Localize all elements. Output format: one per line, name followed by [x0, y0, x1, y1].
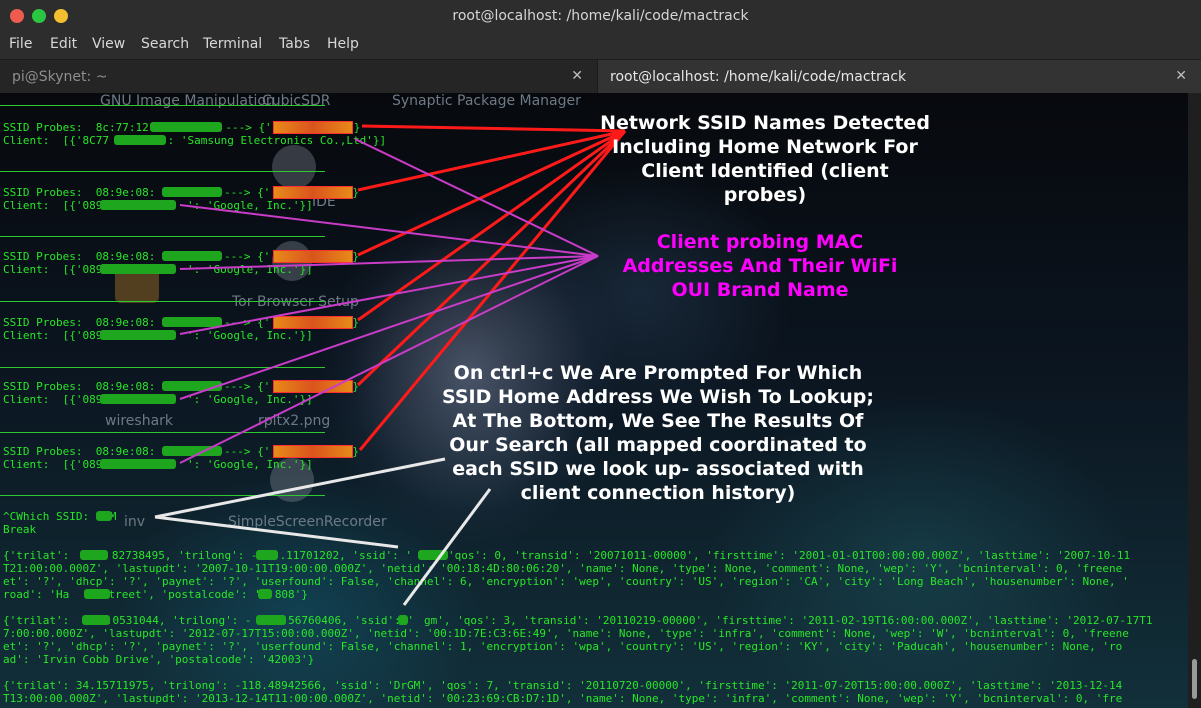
terminal-output[interactable]: GNU Image Manipulation CubicSDR Synaptic… — [0, 93, 1188, 708]
annotation-ssid-names: Network SSID Names Detected Including Ho… — [600, 112, 930, 206]
close-icon[interactable]: ✕ — [571, 68, 583, 84]
menu-bar: File Edit View Search Terminal Tabs Help — [0, 32, 1201, 59]
red-arrow-line — [357, 129, 626, 257]
terminal-scrollbar[interactable] — [1188, 93, 1201, 708]
close-icon[interactable]: ✕ — [1175, 68, 1187, 84]
menu-view[interactable]: View — [92, 36, 125, 52]
tab-label: root@localhost: /home/kali/code/mactrack — [610, 69, 907, 85]
white-arrow-line — [402, 488, 492, 606]
menu-tabs[interactable]: Tabs — [279, 36, 310, 52]
scrollbar-thumb[interactable] — [1192, 659, 1197, 699]
window-title: root@localhost: /home/kali/code/mactrack — [452, 8, 749, 24]
magenta-arrow-line — [179, 204, 599, 257]
annotation-ctrl-c: On ctrl+c We Are Prompted For Which SSID… — [442, 362, 874, 504]
menu-edit[interactable]: Edit — [50, 36, 77, 52]
red-arrow-line — [361, 124, 626, 133]
white-arrow-line — [154, 457, 446, 519]
window-titlebar: root@localhost: /home/kali/code/mactrack — [0, 0, 1201, 32]
tab-root-mactrack[interactable]: root@localhost: /home/kali/code/mactrack… — [597, 60, 1201, 94]
menu-help[interactable]: Help — [327, 36, 359, 52]
menu-search[interactable]: Search — [141, 36, 189, 52]
white-arrow-line — [154, 515, 399, 549]
tab-pi-skynet[interactable]: pi@Skynet: ~ ✕ — [0, 60, 597, 94]
annotation-client-mac: Client probing MAC Addresses And Their W… — [622, 231, 898, 301]
menu-terminal[interactable]: Terminal — [203, 36, 262, 52]
menu-file[interactable]: File — [9, 36, 32, 52]
tab-label: pi@Skynet: ~ — [12, 69, 108, 85]
tab-bar: pi@Skynet: ~ ✕ root@localhost: /home/kal… — [0, 59, 1201, 94]
